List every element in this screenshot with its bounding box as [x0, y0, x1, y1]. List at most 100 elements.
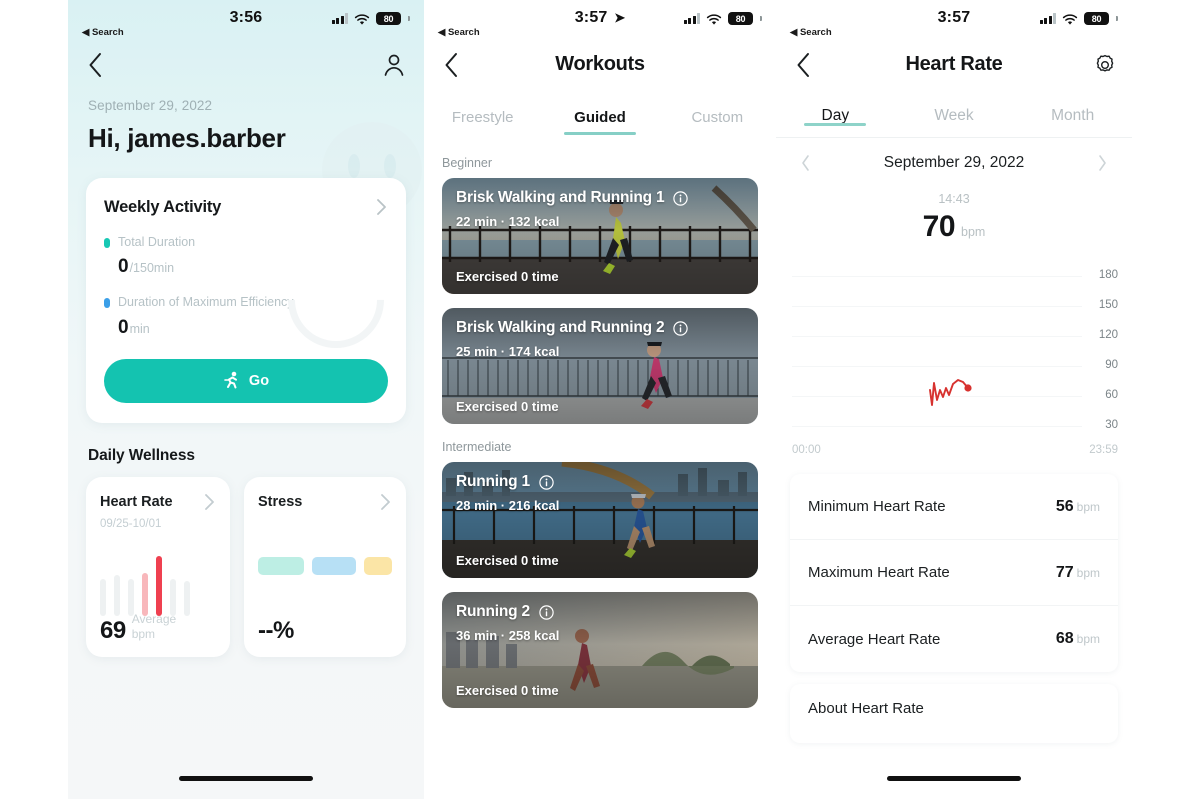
workout-title: Brisk Walking and Running 2 — [456, 319, 665, 336]
heart-rate-chart[interactable]: 180 150 120 90 60 30 00:00 23:59 — [776, 262, 1132, 456]
tab-guided[interactable]: Guided — [541, 109, 658, 126]
workout-meta: 28 min · 216 kcal — [456, 498, 560, 513]
current-reading: 14:43 70 bpm — [776, 192, 1132, 244]
workout-footer: Exercised 0 time — [456, 399, 559, 414]
y-tick-150: 150 — [1098, 299, 1118, 311]
stat-value-group: 68 bpm — [1056, 630, 1100, 648]
section-label-beginner: Beginner — [442, 156, 493, 170]
info-icon[interactable] — [673, 190, 689, 206]
previous-day-button[interactable] — [800, 154, 811, 172]
chevron-right-icon[interactable] — [374, 196, 388, 218]
status-back-label: Search — [447, 27, 480, 38]
heart-rate-card-range: 09/25-10/01 — [100, 517, 162, 530]
home-date: September 29, 2022 — [88, 98, 213, 113]
info-icon[interactable] — [539, 604, 554, 620]
workout-card[interactable]: Brisk Walking and Running 2 25 min · 174… — [442, 308, 758, 424]
wifi-icon — [1062, 13, 1078, 25]
home-indicator[interactable] — [533, 776, 667, 781]
screenshot-root: 3:56 ◀ Search 80 September 29, 2022 Hi, … — [0, 0, 1200, 799]
tab-freestyle[interactable]: Freestyle — [424, 109, 541, 126]
heart-rate-card-header: Heart Rate — [100, 491, 216, 513]
workout-card[interactable]: Running 2 36 min · 258 kcal Exercised 0 … — [442, 592, 758, 708]
metric-label: Total Duration — [118, 235, 196, 249]
status-icons: 80 — [683, 12, 762, 25]
workout-card[interactable]: Brisk Walking and Running 1 22 min · 132… — [442, 178, 758, 294]
go-button[interactable]: Go — [104, 358, 388, 403]
weekly-activity-card[interactable]: Weekly Activity Total Duration 0 /150min… — [86, 178, 406, 423]
metric-label: Duration of Maximum Efficiency — [118, 295, 294, 310]
reading-value-row: 70 bpm — [776, 210, 1132, 244]
battery-tip — [408, 16, 410, 21]
status-back-label: Search — [91, 27, 124, 38]
y-tick-30: 30 — [1105, 419, 1118, 431]
status-icons: 80 — [1039, 12, 1118, 25]
heart-rate-unit-line2: bpm — [131, 626, 156, 641]
about-heart-rate-card[interactable]: About Heart Rate — [790, 684, 1118, 743]
battery-tip — [760, 16, 762, 21]
weekly-activity-title: Weekly Activity — [104, 197, 222, 216]
metric-value: 0 — [118, 316, 129, 338]
workout-meta: 25 min · 174 kcal — [456, 344, 560, 359]
person-icon[interactable] — [382, 52, 406, 78]
stat-row-maximum[interactable]: Maximum Heart Rate 77 bpm — [790, 540, 1118, 606]
chevron-right-icon[interactable] — [378, 491, 392, 513]
stress-card-title: Stress — [258, 493, 303, 510]
stat-value-group: 77 bpm — [1056, 564, 1100, 582]
tab-custom[interactable]: Custom — [659, 109, 776, 126]
back-icon[interactable] — [84, 50, 106, 80]
home-indicator[interactable] — [179, 776, 313, 781]
metric-total-duration: Total Duration — [104, 234, 388, 250]
stat-value: 56 — [1055, 497, 1074, 515]
status-back-label: Search — [799, 27, 832, 38]
status-back-to-search[interactable]: ◀ Search — [438, 27, 480, 38]
wifi-icon — [354, 13, 370, 25]
stat-row-minimum[interactable]: Minimum Heart Rate 56 bpm — [790, 474, 1118, 540]
cellular-signal-icon — [331, 13, 348, 24]
gear-icon[interactable] — [1094, 54, 1116, 76]
chevron-right-icon[interactable] — [202, 491, 216, 513]
home-indicator[interactable] — [887, 776, 1021, 781]
stat-row-average[interactable]: Average Heart Rate 68 bpm — [790, 606, 1118, 672]
section-label-intermediate: Intermediate — [442, 440, 512, 454]
page-title: Workouts — [555, 53, 645, 75]
tab-week[interactable]: Week — [895, 107, 1014, 125]
heart-rate-nav-bar: Heart Rate — [776, 40, 1132, 94]
stress-card-header: Stress — [258, 491, 392, 513]
workout-meta: 22 min · 132 kcal — [456, 214, 560, 229]
status-back-to-search[interactable]: ◀ Search — [82, 27, 124, 38]
stat-unit: bpm — [1076, 499, 1100, 514]
cellular-signal-icon — [683, 13, 700, 24]
stress-summary: --% — [258, 618, 294, 643]
phone-panel-heart-rate: 3:57 ◀ Search 80 Heart Rate Day Week Mon… — [776, 0, 1132, 799]
right-gutter — [1132, 0, 1200, 799]
tab-day[interactable]: Day — [776, 107, 895, 125]
next-day-button[interactable] — [1097, 154, 1108, 172]
cellular-signal-icon — [1039, 13, 1056, 24]
heart-rate-card[interactable]: Heart Rate 09/25-10/01 69 Average bpm — [86, 476, 230, 657]
x-axis-end: 23:59 — [1089, 444, 1118, 456]
workout-meta: 36 min · 258 kcal — [456, 628, 560, 643]
workout-card[interactable]: Running 1 28 min · 216 kcal Exercised 0 … — [442, 462, 758, 578]
workout-title-row: Running 2 — [456, 603, 554, 621]
selected-date: September 29, 2022 — [883, 154, 1025, 171]
go-button-label: Go — [248, 372, 270, 389]
metric-unit: /150min — [129, 261, 175, 276]
battery-icon: 80 — [1084, 12, 1109, 25]
running-icon — [223, 371, 240, 390]
stat-label: Maximum Heart Rate — [808, 564, 950, 581]
status-back-to-search[interactable]: ◀ Search — [790, 27, 832, 38]
tab-month[interactable]: Month — [1013, 107, 1132, 125]
info-icon[interactable] — [539, 474, 554, 490]
workout-title: Running 1 — [456, 473, 530, 490]
battery-icon: 80 — [376, 12, 401, 25]
info-icon[interactable] — [673, 320, 689, 336]
stress-card[interactable]: Stress --% — [244, 476, 406, 657]
metric-dot-teal — [104, 238, 110, 248]
metric-value: 0 — [118, 256, 129, 278]
stat-value-group: 56 bpm — [1056, 498, 1100, 516]
battery-tip — [1116, 16, 1118, 21]
stat-value: 77 — [1055, 563, 1074, 581]
phone-panel-workouts: 3:57 ➤ ◀ Search 80 Workouts Freestyle Gu… — [424, 0, 776, 799]
heart-rate-summary: 69 Average bpm — [100, 612, 176, 643]
stat-unit: bpm — [1076, 565, 1100, 580]
